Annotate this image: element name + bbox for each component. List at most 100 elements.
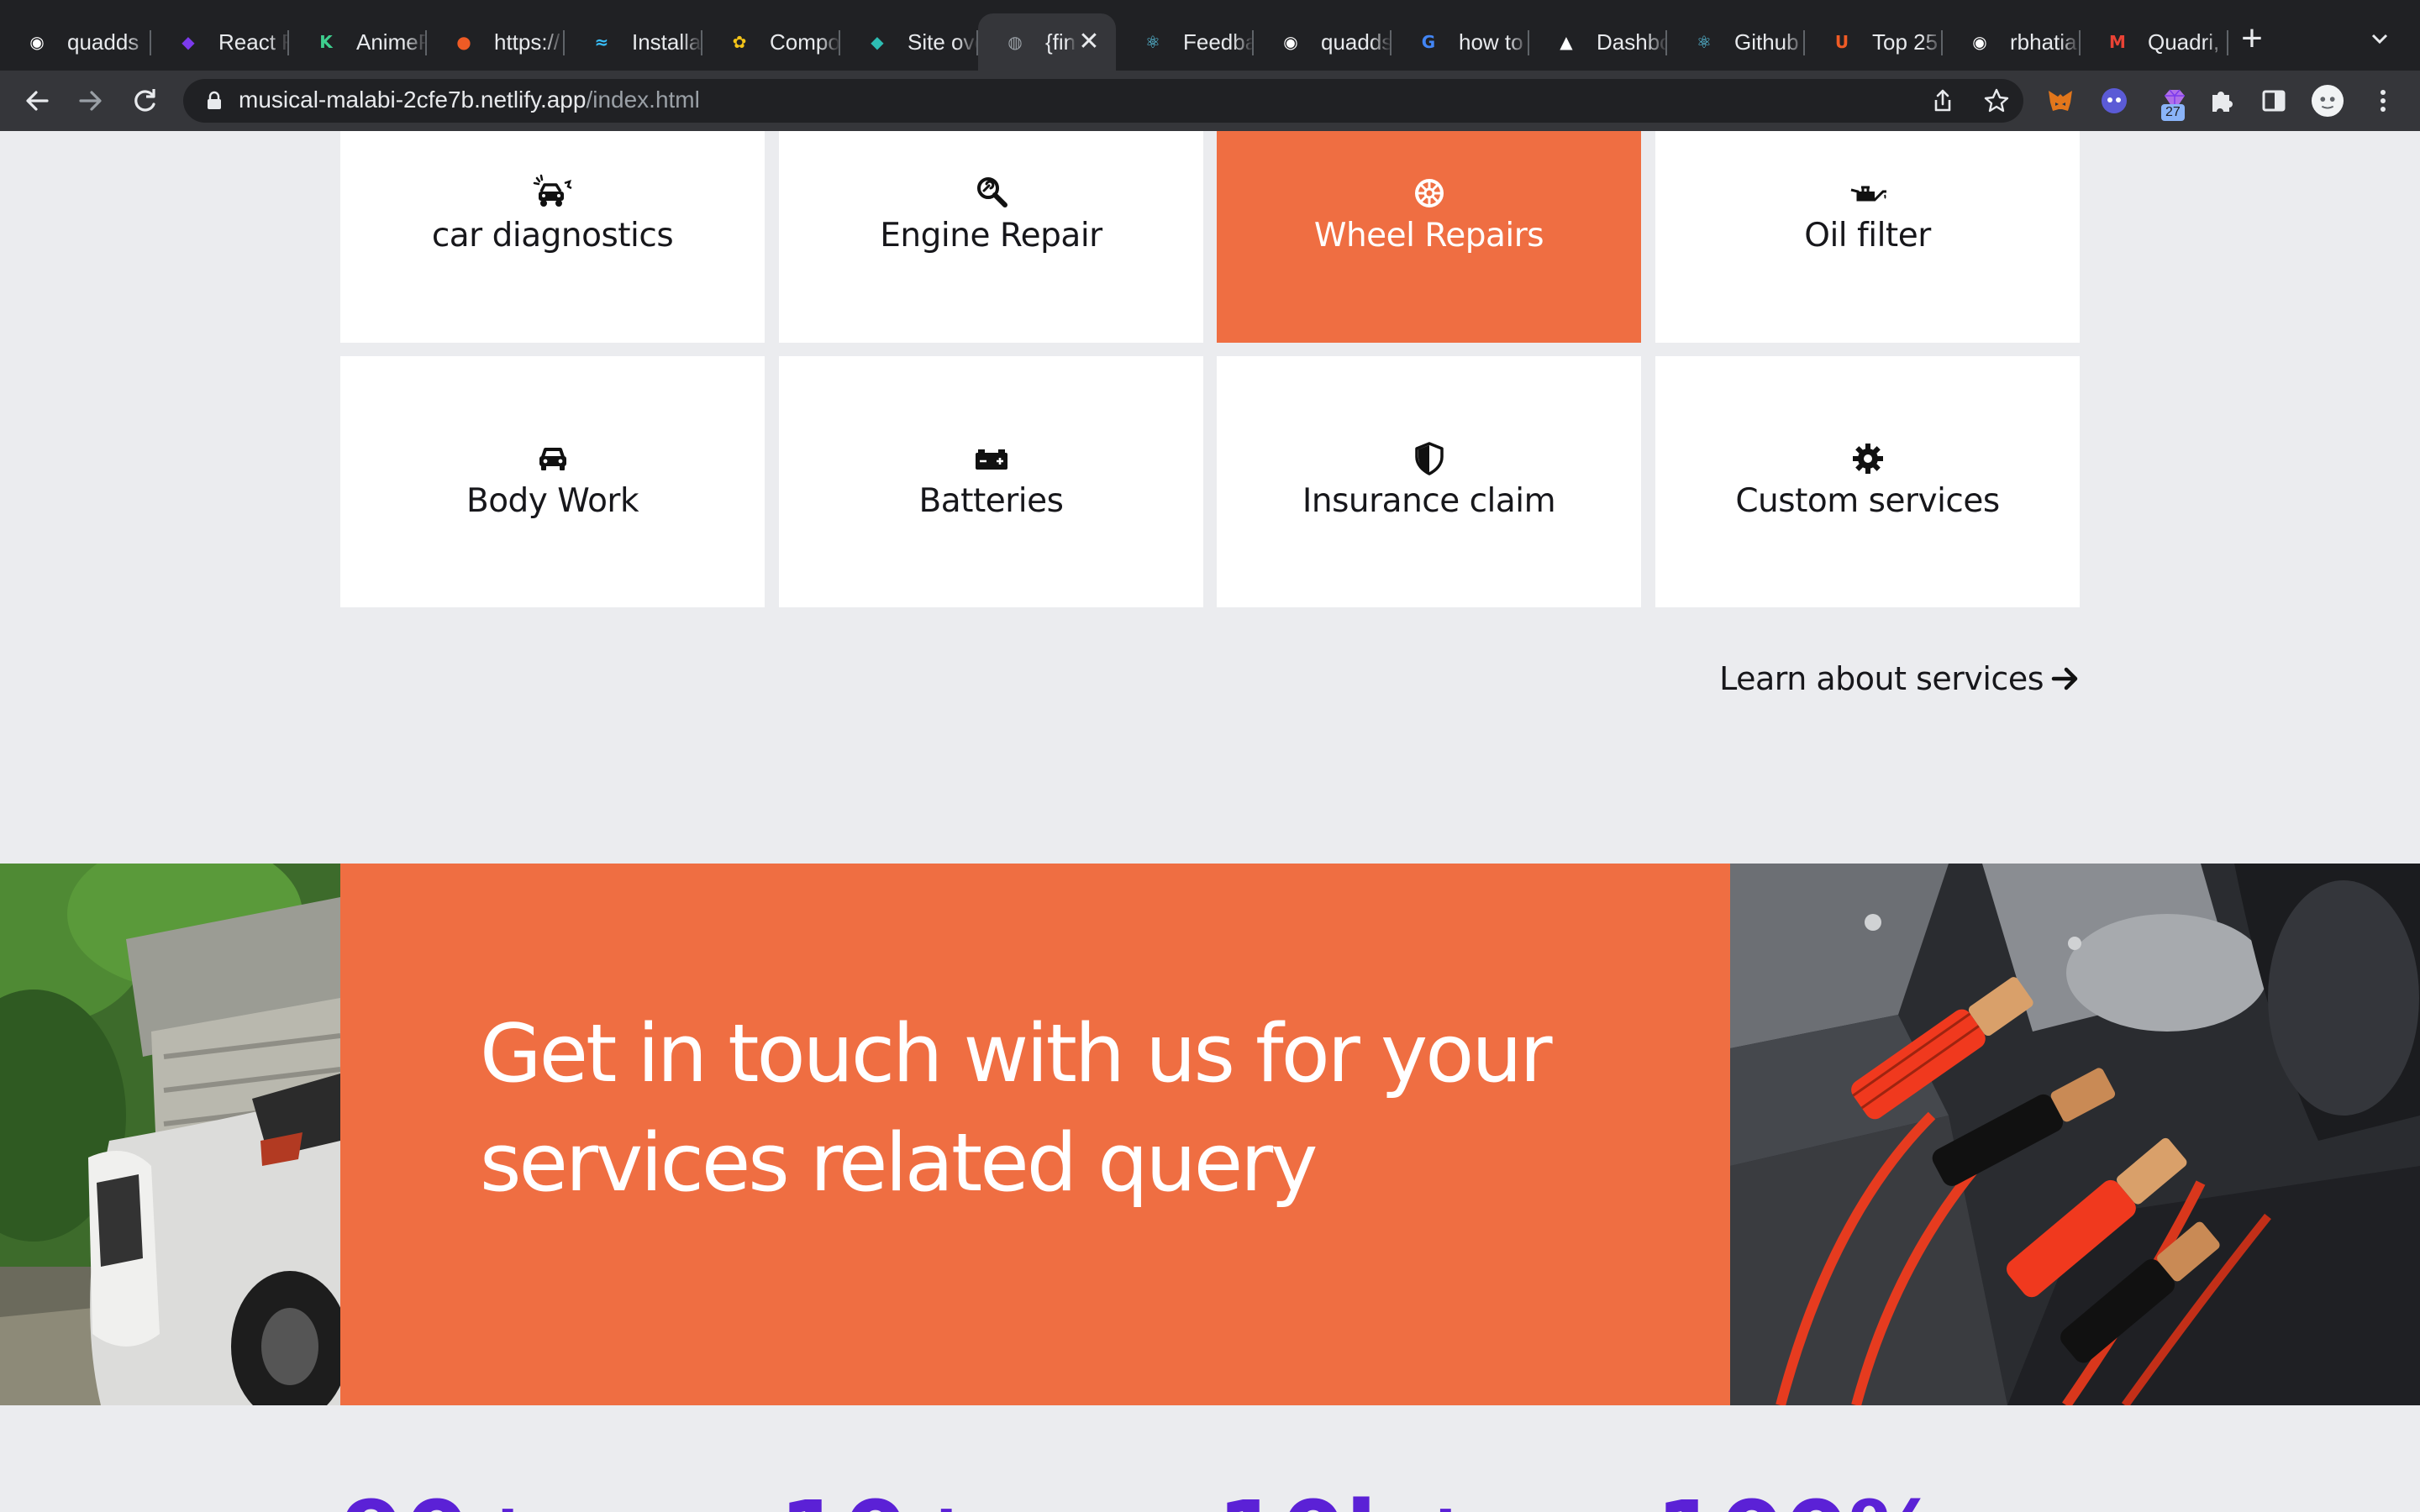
github-icon: ◉ [29,32,45,52]
tab-separator [1252,30,1254,55]
jumper-cables-photo [1730,864,2420,1405]
browser-menu-icon[interactable] [2366,84,2400,118]
contact-heading: Get in touch with us for your services r… [480,1000,1572,1218]
service-label: Body Work [466,482,639,520]
browser-tab[interactable]: ⚛ Feedba [1116,13,1254,71]
stat-number: 100% [1655,1488,1941,1512]
side-panel-icon[interactable] [2257,84,2291,118]
tab-title: Site ove [908,29,978,55]
tailwind-icon: ≈ [594,32,609,52]
service-label: Oil filter [1804,217,1931,255]
gear-icon [1852,444,1883,474]
browser-tab[interactable]: U Top 25 [1805,13,1943,71]
forward-arrow-icon[interactable] [74,84,108,118]
browser-tab[interactable]: ⚛ Github [1667,13,1805,71]
tab-separator [1941,30,1943,55]
tab-strip: M Quadri, ◉ rbhatia U Top 25 ⚛ Github ▲ Dashbo Gho… [0,0,2420,71]
service-card-body-work[interactable]: Body Work [340,356,765,607]
car-garage-photo [0,864,340,1405]
magnifier-wrench-icon [976,177,1007,207]
u-logo-icon: U [1834,32,1849,52]
tab-separator [287,30,289,55]
browser-tab[interactable]: K AnimeP [289,13,427,71]
tab-separator [701,30,702,55]
browser-tab[interactable]: ▲ Dashbo [1529,13,1667,71]
tab-title: Quadri, [2148,29,2220,55]
netlify-icon: ◆ [871,32,884,52]
react-icon: ⚛ [1697,32,1712,52]
reload-icon[interactable] [128,84,161,118]
extension-badge: 27 [2161,104,2185,121]
bookmark-star-icon[interactable] [1983,87,2010,114]
contact-heading-line1: Get in touch with us for your [480,1008,1553,1100]
service-card-insurance-claim[interactable]: Insurance claim [1217,356,1641,607]
share-icon[interactable] [1929,87,1956,114]
close-tab-icon[interactable]: ✕ [1076,29,1102,55]
service-label: Custom services [1735,482,2000,520]
steering-wheel-icon [1414,179,1444,207]
tab-separator [1665,30,1667,55]
tab-separator [2227,30,2228,55]
browser-tab[interactable]: ✿ Compo [702,13,840,71]
browser-tab[interactable]: Ghow to [1392,13,1529,71]
tab-title: {fins [1045,29,1076,55]
tab-title: Installa [632,29,702,55]
k-logo-icon: K [319,32,333,52]
learn-about-services-link[interactable]: Learn about services [1719,660,2081,697]
service-label: Engine Repair [880,217,1102,255]
url-text[interactable]: musical-malabi-2cfe7b.netlify.app/index.… [239,87,700,113]
car-icon [539,448,566,470]
browser-tab[interactable]: ◉ rbhatia [1943,13,2081,71]
tab-search-chevron-icon[interactable] [2366,25,2393,52]
github-icon: ◉ [1283,32,1298,52]
vercel-icon: ▲ [1560,32,1573,52]
contact-banner: Get in touch with us for your services r… [0,864,2420,1405]
tab-title: quadds [1321,29,1392,55]
browser-tab[interactable]: ≈ Installa [565,13,702,71]
service-card-oil-filter[interactable]: Oil filter [1655,131,2080,343]
learn-link-label: Learn about services [1719,660,2044,697]
browser-tab[interactable]: ◍ {fins✕ [978,13,1116,71]
service-card-wheel-repairs[interactable]: Wheel Repairs [1217,131,1641,343]
github-icon: ◉ [1972,32,1987,52]
oil-can-icon [1850,186,1886,202]
tab-separator [150,30,151,55]
address-bar[interactable]: musical-malabi-2cfe7b.netlify.app/index.… [183,79,2023,123]
globe-icon: ◍ [1007,32,1023,52]
service-card-car-diagnostics[interactable]: car diagnostics [340,131,765,343]
lock-icon[interactable] [203,90,225,112]
service-label: Insurance claim [1302,482,1556,520]
browser-tab[interactable]: ◉ quadds [0,13,151,71]
service-card-custom-services[interactable]: Custom services [1655,356,2080,607]
postman-icon: ● [456,32,471,52]
browser-toolbar: musical-malabi-2cfe7b.netlify.app/index.… [0,71,2420,131]
battery-icon [975,449,1007,470]
tab-title: Dashbo [1597,29,1667,55]
service-card-batteries[interactable]: Batteries [779,356,1203,607]
puzzle-extensions-icon[interactable] [2205,84,2238,118]
flower-icon: ✿ [732,32,747,52]
service-label: Wheel Repairs [1313,217,1544,255]
car-crash-icon [533,174,572,207]
stat-number: 90+ [340,1488,546,1512]
ghost-extension-icon[interactable] [2097,84,2131,118]
tab-separator [976,30,978,55]
arrow-right-icon [2051,667,2078,690]
back-arrow-icon[interactable] [20,84,54,118]
tab-title: rbhatia [2010,29,2077,55]
service-label: Batteries [918,482,1064,520]
browser-tab[interactable]: ◉ quadds [1254,13,1392,71]
service-card-engine-repair[interactable]: Engine Repair [779,131,1203,343]
profile-avatar-icon[interactable] [2311,84,2344,118]
browser-tab[interactable]: ● https:// [427,13,565,71]
browser-tab[interactable]: ◆ React F [151,13,289,71]
browser-tab[interactable]: ◆ Site ove [840,13,978,71]
google-icon: G [1421,32,1436,52]
metamask-icon[interactable] [2044,84,2077,118]
page-viewport: car diagnostics Engine Repair Wheel Repa… [0,131,2420,1512]
tab-title: Github [1734,29,1799,55]
tab-title: Compo [770,29,840,55]
tab-title: Feedba [1183,29,1254,55]
browser-tab[interactable]: M Quadri, [2081,13,2228,71]
new-tab-button[interactable]: + [2235,20,2269,57]
